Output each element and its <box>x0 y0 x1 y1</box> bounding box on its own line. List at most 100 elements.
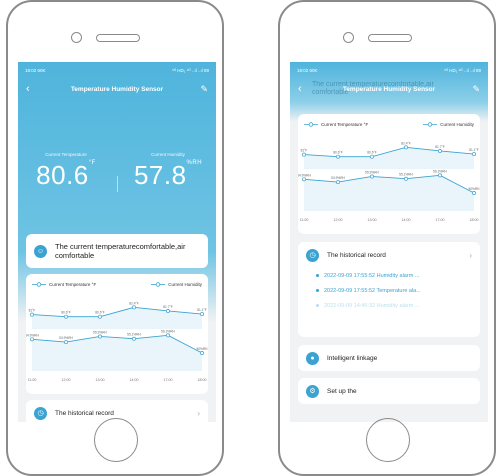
hum-point <box>166 333 170 338</box>
setup-row[interactable]: ⚙ Set up the <box>298 378 480 404</box>
x-tick-label: 17:00 <box>436 218 445 222</box>
hum-area <box>304 175 474 211</box>
record-item[interactable]: 2022-09-09 17:55:52 Temperature ala... <box>298 283 480 298</box>
hum-point <box>200 351 204 355</box>
temp-data-label: 80.6°F <box>333 151 342 155</box>
phone-frame-left: 18:02 60K ⁵ᴳ HD₁ ⁴ᴳ ..ıl ..ıl 89 ‹ Tempe… <box>6 0 224 476</box>
temp-point <box>404 145 408 150</box>
screen-scrolled: 18:02 60K ⁵ᴳ HD₁ ⁴ᴳ ..ıl ..ıl 89 ‹ The c… <box>290 62 488 422</box>
home-button[interactable] <box>366 418 410 462</box>
hum-point <box>98 334 102 339</box>
back-icon[interactable]: ‹ <box>298 83 312 95</box>
hum-point <box>370 174 374 179</box>
home-button[interactable] <box>94 418 138 462</box>
chart-legend: Current Temperature °F Current Humidity <box>298 114 480 127</box>
temp-point <box>30 312 34 317</box>
temp-data-label: 81.1°F <box>197 308 206 312</box>
temp-point <box>132 305 136 310</box>
page-title: Temperature Humidity Sensor <box>70 85 164 93</box>
temp-point <box>64 314 68 319</box>
temp-data-label: 80.6°F <box>367 151 376 155</box>
x-tick-label: 13:00 <box>368 218 377 222</box>
hum-point <box>30 337 34 342</box>
chevron-right-icon: › <box>197 408 200 418</box>
nav-bar: ‹ Temperature Humidity Sensor ✎ <box>18 78 216 100</box>
x-tick-label: 13:00 <box>96 378 105 382</box>
temp-data-label: 81°F <box>301 149 308 153</box>
status-time: 18:02 60K <box>25 67 46 73</box>
nav-bar: ‹ The current temperaturecomfortable,air… <box>290 78 488 100</box>
camera-icon <box>343 32 354 43</box>
chart-legend: Current Temperature °F Current Humidity <box>26 274 208 287</box>
x-tick-label: 12:00 <box>334 218 343 222</box>
hum-point <box>64 340 68 345</box>
temp-data-label: 81.1°F <box>469 148 478 152</box>
record-item[interactable]: 2022-09-09 17:55:52 Humidity alarm ... <box>298 268 480 283</box>
screen-main: 18:02 60K ⁵ᴳ HD₁ ⁴ᴳ ..ıl ..ıl 89 ‹ Tempe… <box>18 62 216 422</box>
humidity-unit: %RH <box>186 160 203 166</box>
temp-data-label: 81°F <box>29 309 36 313</box>
hum-point <box>132 336 136 341</box>
hum-data-label: 50%RH <box>469 187 480 191</box>
historical-record-row[interactable]: ◷ The historical record › <box>298 242 480 268</box>
temperature-label: Current Temperature <box>45 152 87 157</box>
temperature-unit: °F <box>88 160 96 166</box>
hum-area <box>32 335 202 371</box>
chart-card: Current Temperature °F Current Humidity … <box>25 274 208 394</box>
status-icons: ⁵ᴳ HD₁ ⁴ᴳ ..ıl ..ıl 89 <box>443 67 481 73</box>
temp-point <box>438 149 442 153</box>
phone-frame-right: 18:02 60K ⁵ᴳ HD₁ ⁴ᴳ ..ıl ..ıl 89 ‹ The c… <box>278 0 496 476</box>
record-item[interactable]: 2022-09-09 14:46:32 Humidity alarm ... <box>298 298 480 313</box>
temp-data-label: 82.4°F <box>401 141 410 145</box>
hum-data-label: 53.9%RH <box>59 336 73 340</box>
x-tick-label: 18:00 <box>198 378 207 382</box>
intelligent-linkage-row[interactable]: ● Intelligent linkage <box>298 345 480 371</box>
hum-data-label: 53.9%RH <box>331 176 345 180</box>
hum-data-label: 54.9%RH <box>26 333 40 337</box>
hum-point <box>336 180 340 185</box>
hum-point <box>302 177 306 182</box>
temp-point <box>336 154 340 159</box>
intelligent-linkage-label: Intelligent linkage <box>327 354 378 362</box>
hum-data-label: 54.9%RH <box>298 173 312 177</box>
line-chart: 81°F 80.6°F 80.6°F 82.4°F 81.7°F 81.1°F 54.9%R… <box>297 141 480 222</box>
edit-icon[interactable]: ✎ <box>194 84 208 95</box>
comfort-card[interactable]: ☺ The current temperaturecomfortable,air… <box>26 234 208 268</box>
gear-icon: ⚙ <box>306 384 319 398</box>
x-tick-label: 11:00 <box>300 218 309 222</box>
page-title: Temperature Humidity Sensor <box>342 85 436 93</box>
status-time: 18:02 60K <box>297 67 318 73</box>
temp-point <box>370 154 374 159</box>
status-bar: 18:02 60K ⁵ᴳ HD₁ ⁴ᴳ ..ıl ..ıl 89 <box>290 62 488 78</box>
humidity-value: 57.8%RH <box>133 160 203 190</box>
hum-data-label: 55.1%RH <box>399 173 413 177</box>
hum-data-label: 55.9%RH <box>93 330 107 334</box>
temp-data-label: 80.6°F <box>61 311 70 315</box>
chevron-right-icon: › <box>469 250 472 260</box>
comfort-text: The current temperaturecomfortable,air c… <box>55 242 186 260</box>
clock-icon: ◷ <box>34 406 47 420</box>
hum-data-label: 56.3%RH <box>161 329 175 333</box>
status-bar: 18:02 60K ⁵ᴳ HD₁ ⁴ᴳ ..ıl ..ıl 89 <box>18 62 216 78</box>
comfort-icon: ☺ <box>34 244 47 258</box>
x-tick-label: 14:00 <box>402 218 411 222</box>
readings-divider <box>116 176 118 192</box>
temp-point <box>472 152 476 157</box>
hum-point <box>438 173 442 178</box>
hum-point <box>472 191 476 195</box>
temp-area <box>32 307 202 329</box>
chart-card: Current Temperature °F Current Humidity … <box>297 114 480 234</box>
x-tick-label: 17:00 <box>164 378 173 382</box>
temperature-reading: Current Temperature 80.6°F <box>26 152 106 191</box>
temp-data-label: 81.7°F <box>435 145 444 149</box>
temp-data-label: 80.6°F <box>95 311 104 315</box>
status-icons: ⁵ᴳ HD₁ ⁴ᴳ ..ıl ..ıl 89 <box>171 67 209 73</box>
temp-area <box>304 147 474 169</box>
temp-point <box>200 312 204 317</box>
temp-data-label: 82.4°F <box>129 301 138 305</box>
x-tick-label: 18:00 <box>470 218 479 222</box>
line-chart: 81°F 80.6°F 80.6°F 82.4°F 81.7°F 81.1°F 54.9%R… <box>25 301 208 382</box>
back-icon[interactable]: ‹ <box>26 83 40 95</box>
humidity-reading: Current Humidity 57.8%RH <box>128 152 208 191</box>
readings-panel: Current Temperature 80.6°F Current Humid… <box>18 100 216 218</box>
